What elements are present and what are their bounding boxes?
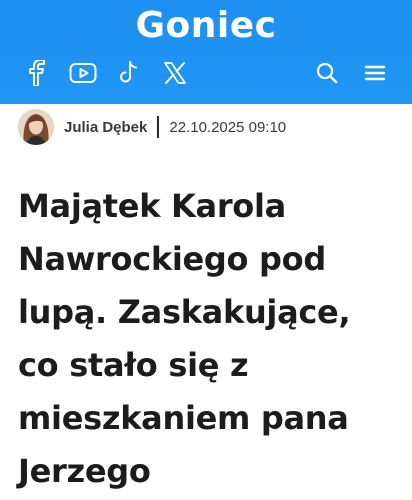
publish-date: 22.10.2025 09:10 xyxy=(169,118,287,136)
menu-icon[interactable] xyxy=(360,58,390,88)
article-title: Majątek Karola Nawrockiego pod lupą. Zas… xyxy=(18,187,351,490)
youtube-icon[interactable] xyxy=(68,58,98,88)
meta-separator xyxy=(157,116,160,138)
tiktok-icon[interactable] xyxy=(114,58,144,88)
author-name[interactable]: Julia Dębek xyxy=(64,119,147,136)
social-links xyxy=(22,58,190,88)
facebook-icon[interactable] xyxy=(22,58,52,88)
header-actions xyxy=(312,58,390,88)
article-meta: Julia Dębek 22.10.2025 09:10 xyxy=(18,108,286,146)
x-icon[interactable] xyxy=(160,58,190,88)
search-icon[interactable] xyxy=(312,58,342,88)
site-header: Goniec xyxy=(0,0,412,104)
site-logo[interactable]: Goniec xyxy=(0,4,412,48)
author-avatar[interactable] xyxy=(18,109,54,145)
